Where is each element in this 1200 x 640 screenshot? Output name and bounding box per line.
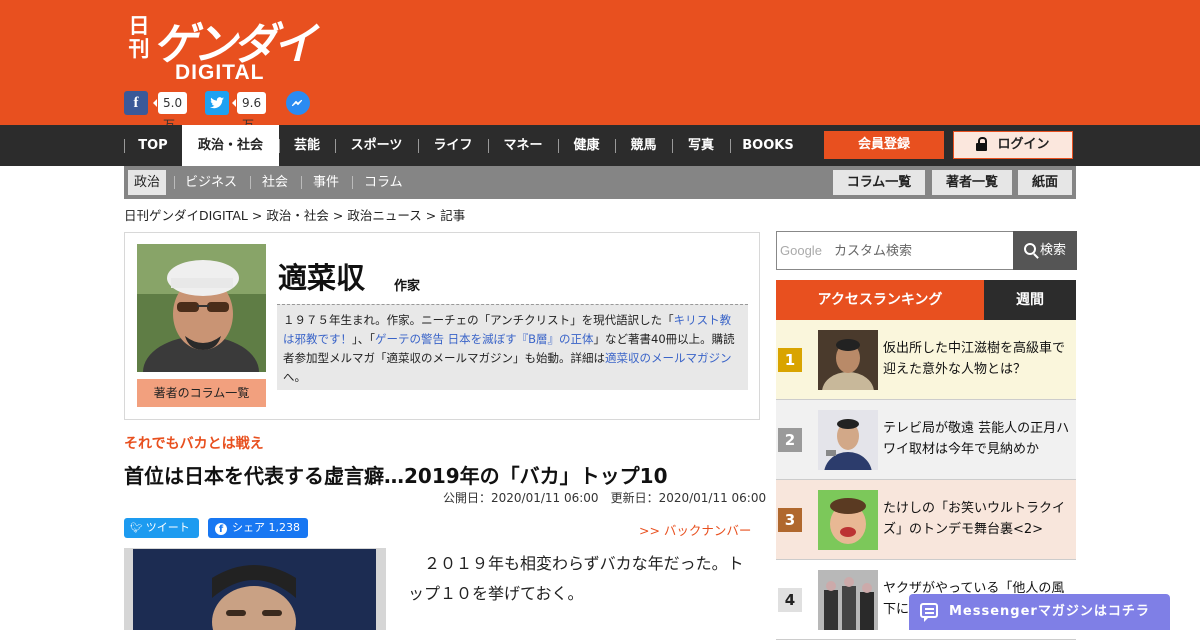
subnav-column[interactable]: コラム bbox=[364, 170, 403, 195]
register-button[interactable]: 会員登録 bbox=[824, 131, 944, 159]
nav-life[interactable]: ライフ bbox=[418, 125, 488, 166]
nav-books[interactable]: BOOKS bbox=[730, 125, 806, 166]
tweet-label: ツイート bbox=[145, 521, 190, 534]
subnav-incidents[interactable]: 事件 bbox=[313, 170, 339, 195]
article-kicker[interactable]: それでもバカとは戦え bbox=[124, 433, 264, 453]
divider bbox=[352, 176, 353, 189]
author-name: 適菜収 bbox=[278, 261, 366, 295]
lock-icon bbox=[976, 137, 988, 151]
backnumber-link[interactable]: >> バックナンバー bbox=[639, 520, 751, 539]
column-list-button[interactable]: コラム一覧 bbox=[833, 170, 925, 195]
bio-text: １９７５年生まれ。作家。ニーチェの「アンチクリスト」を現代語訳した「 bbox=[283, 313, 674, 327]
facebook-icon[interactable]: f bbox=[124, 91, 148, 115]
divider bbox=[174, 176, 175, 189]
facebook-icon: f bbox=[215, 523, 227, 535]
breadcrumb-sep: > bbox=[332, 208, 344, 223]
ranking-title[interactable]: たけしの「お笑いウルトラクイズ」のトンデモ舞台裏<2> bbox=[883, 498, 1073, 540]
twitter-icon[interactable] bbox=[205, 91, 229, 115]
ranking-thumbnail bbox=[818, 410, 878, 470]
breadcrumb-sep: > bbox=[251, 208, 263, 223]
breadcrumb-politics-society[interactable]: 政治・社会 bbox=[266, 208, 329, 223]
search-box: Google 検索 bbox=[776, 231, 1077, 270]
facebook-share-button[interactable]: f シェア 1,238 bbox=[208, 518, 308, 538]
rank-badge: 2 bbox=[778, 428, 802, 452]
breadcrumb-sep: > bbox=[425, 208, 437, 223]
ranking-title[interactable]: テレビ局が敬遠 芸能人の正月ハワイ取材は今年で見納めか bbox=[883, 418, 1073, 460]
nav-entertainment[interactable]: 芸能 bbox=[279, 125, 335, 166]
tab-weekly[interactable]: 週間 bbox=[984, 280, 1076, 320]
chat-icon bbox=[920, 603, 938, 622]
tab-access-ranking[interactable]: アクセスランキング bbox=[776, 280, 998, 320]
nav-health[interactable]: 健康 bbox=[558, 125, 615, 166]
subnav-politics[interactable]: 政治 bbox=[128, 170, 167, 195]
ranking-item[interactable]: 2 テレビ局が敬遠 芸能人の正月ハワイ取材は今年で見納めか bbox=[776, 400, 1076, 480]
nav-money[interactable]: マネー bbox=[488, 125, 558, 166]
subnav-society[interactable]: 社会 bbox=[262, 170, 288, 195]
nav-keiba[interactable]: 競馬 bbox=[615, 125, 672, 166]
site-header: 日刊 ゲンダイ DIGITAL f 5.0万 9.6万 bbox=[0, 0, 1200, 132]
nav-politics-society[interactable]: 政治・社会 bbox=[182, 125, 279, 166]
paper-button[interactable]: 紙面 bbox=[1018, 170, 1072, 195]
tweet-button[interactable]: 🐦︎ ツイート bbox=[124, 518, 199, 538]
nav-top[interactable]: TOP bbox=[124, 125, 182, 166]
messenger-banner-label: Messengerマガジンはコチラ bbox=[949, 604, 1150, 619]
article-body: ２０１９年も相変わらずバカな年だった。トップ１０を挙げておく。 bbox=[408, 554, 744, 603]
ranking-item[interactable]: 3 たけしの「お笑いウルトラクイズ」のトンデモ舞台裏<2> bbox=[776, 480, 1076, 560]
logo-nikkan: 日刊 bbox=[128, 13, 150, 61]
search-button[interactable]: 検索 bbox=[1013, 231, 1077, 270]
search-icon bbox=[1023, 243, 1039, 259]
twitter-count: 9.6万 bbox=[231, 92, 267, 132]
ranking-thumbnail bbox=[818, 570, 878, 630]
article-title: 首位は日本を代表する虚言癖…2019年の「バカ」トップ10 bbox=[124, 464, 668, 488]
login-button[interactable]: ログイン bbox=[953, 131, 1073, 159]
bio-text: 」、「 bbox=[352, 332, 375, 346]
breadcrumb-politics-news[interactable]: 政治ニュース bbox=[347, 208, 421, 223]
login-label: ログイン bbox=[997, 137, 1050, 152]
published-date: 公開日：2020/01/11 06:00 bbox=[443, 491, 599, 505]
nav-photo[interactable]: 写真 bbox=[672, 125, 730, 166]
ranking-thumbnail bbox=[818, 330, 878, 390]
breadcrumb-article: 記事 bbox=[440, 208, 466, 223]
ranking-item[interactable]: 1 仮出所した中江滋樹を高級車で迎えた意外な人物とは？ bbox=[776, 320, 1076, 400]
facebook-count: 5.0万 bbox=[152, 92, 188, 132]
nav-sports[interactable]: スポーツ bbox=[335, 125, 418, 166]
article-photo[interactable] bbox=[124, 548, 386, 630]
search-input[interactable] bbox=[777, 232, 1013, 269]
logo-sub: DIGITAL bbox=[175, 61, 265, 84]
sub-nav: 政治 ビジネス 社会 事件 コラム コラム一覧 著者一覧 紙面 bbox=[124, 166, 1076, 199]
ranking-thumbnail bbox=[818, 490, 878, 550]
author-role: 作家 bbox=[394, 279, 421, 294]
rank-badge: 4 bbox=[778, 588, 802, 612]
divider bbox=[250, 176, 251, 189]
ranking-title[interactable]: 仮出所した中江滋樹を高級車で迎えた意外な人物とは？ bbox=[883, 338, 1073, 380]
updated-date: 更新日：2020/01/11 06:00 bbox=[610, 491, 767, 505]
author-list-button[interactable]: 著者一覧 bbox=[932, 170, 1012, 195]
site-logo[interactable]: 日刊 ゲンダイ DIGITAL bbox=[126, 10, 318, 84]
author-photo[interactable] bbox=[137, 244, 266, 372]
search-button-label: 検索 bbox=[1039, 243, 1066, 258]
messenger-magazine-banner[interactable]: Messengerマガジンはコチラ bbox=[909, 594, 1170, 630]
bio-link-magazine[interactable]: 適菜収のメールマガジン bbox=[605, 351, 732, 365]
ranking-tabs: アクセスランキング 週間 bbox=[776, 280, 1076, 320]
messenger-icon[interactable] bbox=[286, 91, 310, 115]
breadcrumb-home[interactable]: 日刊ゲンダイDIGITAL bbox=[124, 208, 248, 223]
author-columns-button[interactable]: 著者のコラム一覧 bbox=[137, 379, 266, 407]
bio-text: へ。 bbox=[283, 370, 306, 384]
divider bbox=[301, 176, 302, 189]
subnav-business[interactable]: ビジネス bbox=[185, 170, 237, 195]
share-label: シェア 1,238 bbox=[232, 521, 300, 534]
bio-link-book-2[interactable]: ゲーテの警告 日本を滅ぼす『B層』の正体 bbox=[375, 332, 594, 346]
author-bio: １９７５年生まれ。作家。ニーチェの「アンチクリスト」を現代語訳した「キリスト教は… bbox=[277, 304, 748, 390]
twitter-icon: 🐦︎ bbox=[130, 523, 143, 534]
rank-badge: 3 bbox=[778, 508, 802, 532]
article-dates: 公開日：2020/01/11 06:00 更新日：2020/01/11 06:00 bbox=[443, 489, 766, 506]
author-box: 著者のコラム一覧 適菜収 作家 １９７５年生まれ。作家。ニーチェの「アンチクリス… bbox=[124, 232, 760, 420]
breadcrumb: 日刊ゲンダイDIGITAL > 政治・社会 > 政治ニュース > 記事 bbox=[124, 205, 469, 224]
rank-badge: 1 bbox=[778, 348, 802, 372]
